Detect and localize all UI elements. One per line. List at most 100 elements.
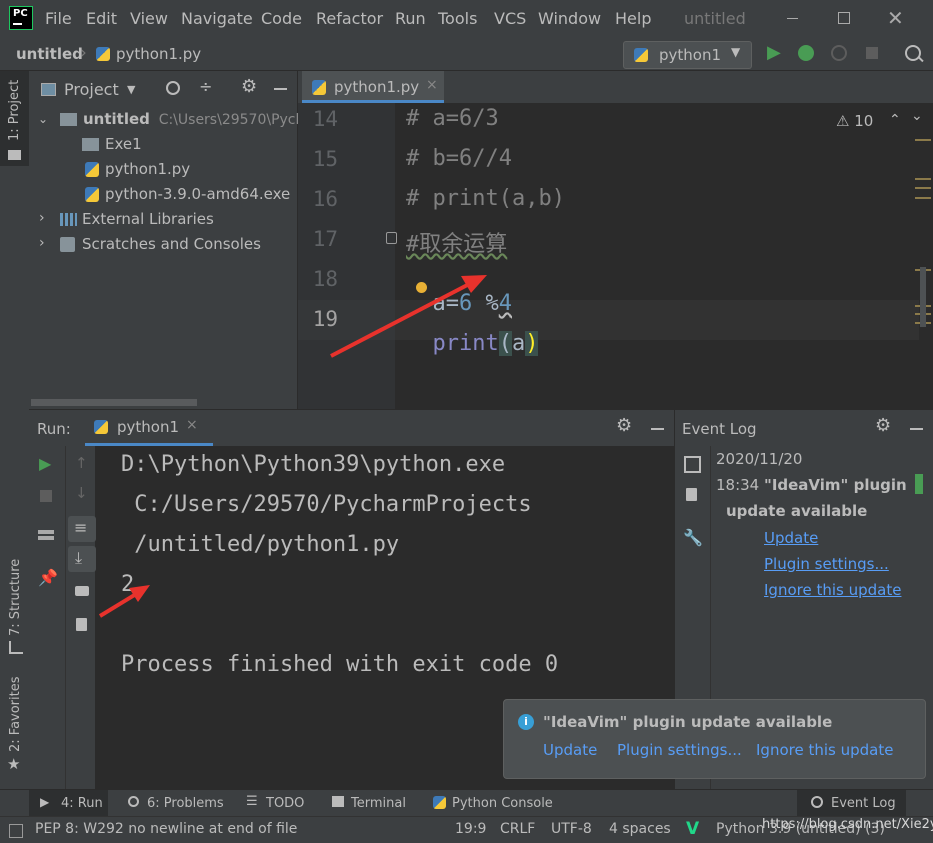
debug-icon[interactable] — [798, 45, 814, 61]
navigation-bar: untitled › python1.py python1 ▼ ▶ — [0, 38, 933, 71]
tree-item-external-libraries[interactable]: External Libraries — [82, 210, 214, 228]
menu-refactor[interactable]: Refactor — [316, 9, 383, 28]
code-line-16[interactable]: # print(a,b) — [406, 186, 565, 211]
menu-code[interactable]: Code — [261, 9, 302, 28]
line-separator[interactable]: CRLF — [500, 821, 535, 837]
event-link-ignore[interactable]: Ignore this update — [764, 581, 901, 599]
pin-icon[interactable]: 📌 — [38, 568, 58, 587]
tree-root[interactable]: untitled C:\Users\29570\Pych — [83, 110, 304, 128]
soft-wrap-button[interactable]: ≡ — [68, 516, 96, 542]
notification-link-settings[interactable]: Plugin settings... — [617, 741, 742, 759]
breadcrumb-file[interactable]: python1.py — [116, 45, 201, 63]
chevron-right-icon[interactable]: › — [39, 235, 45, 251]
menu-edit[interactable]: Edit — [86, 9, 117, 28]
wrench-icon[interactable]: 🔧 — [683, 528, 703, 547]
menu-view[interactable]: View — [130, 9, 168, 28]
tree-item-python1[interactable]: python1.py — [105, 160, 190, 178]
bottom-tab-terminal[interactable]: Terminal — [351, 796, 406, 811]
folder-icon — [60, 113, 77, 126]
inspection-widget[interactable]: ⚠ 10 — [836, 112, 873, 130]
gear-icon[interactable]: ⚙ — [875, 415, 891, 436]
menu-help[interactable]: Help — [615, 9, 651, 28]
notification-link-ignore[interactable]: Ignore this update — [756, 741, 893, 759]
notification-link-update[interactable]: Update — [543, 741, 597, 759]
run-panel-label: Run: — [37, 420, 71, 438]
arrow-up-icon[interactable]: ↑ — [75, 454, 88, 472]
bottom-tab-run-label: 4: Run — [61, 796, 103, 811]
run-config-selector[interactable]: python1 ▼ — [623, 41, 752, 69]
chevron-down-icon[interactable]: ⌄ — [38, 112, 48, 126]
caret-position[interactable]: 19:9 — [455, 821, 486, 837]
coverage-icon[interactable] — [831, 45, 847, 61]
menu-window[interactable]: Window — [538, 9, 601, 28]
layout-icon[interactable] — [38, 530, 54, 540]
maximize-icon[interactable] — [838, 12, 850, 24]
close-icon[interactable]: ✕ — [887, 6, 904, 30]
file-encoding[interactable]: UTF-8 — [551, 821, 592, 837]
bottom-tab-todo[interactable]: TODO — [266, 796, 304, 811]
close-tab-icon[interactable]: × — [426, 77, 438, 93]
stop-icon[interactable] — [40, 490, 52, 502]
menu-navigate[interactable]: Navigate — [181, 9, 253, 28]
chevron-right-icon[interactable]: › — [39, 210, 45, 226]
scroll-to-end-button[interactable]: ⤓ — [68, 546, 96, 572]
menu-file[interactable]: File — [45, 9, 72, 28]
code-line-14[interactable]: # a=6/3 — [406, 106, 499, 131]
tool-tab-structure[interactable]: 7: Structure — [8, 559, 23, 636]
trash-icon[interactable] — [686, 488, 697, 501]
run-tab-python1[interactable]: python1 × — [85, 410, 213, 446]
breadcrumb-project[interactable]: untitled — [16, 45, 83, 63]
print-icon[interactable] — [75, 586, 89, 596]
menu-tools[interactable]: Tools — [438, 9, 477, 28]
folder-icon — [82, 138, 99, 151]
bottom-tab-problems[interactable]: 6: Problems — [147, 796, 224, 811]
vim-icon[interactable]: V — [686, 819, 699, 839]
code-line-15[interactable]: # b=6//4 — [406, 146, 512, 171]
project-panel-title[interactable]: Project — [64, 80, 119, 99]
status-toggle-icon[interactable] — [9, 824, 23, 838]
gear-icon[interactable]: ⚙ — [241, 76, 257, 97]
hide-icon[interactable] — [651, 428, 664, 430]
menu-vcs[interactable]: VCS — [494, 9, 526, 28]
gear-icon[interactable]: ⚙ — [616, 415, 632, 436]
editor-tab-label: python1.py — [334, 78, 420, 96]
code-line-17[interactable]: #取余运算 — [406, 226, 507, 258]
run-icon[interactable]: ▶ — [767, 42, 781, 63]
line-number: 15 — [312, 147, 338, 171]
arrow-down-icon[interactable]: ↓ — [75, 484, 88, 502]
event-time: 18:34 — [716, 476, 760, 494]
tool-tab-favorites[interactable]: 2: Favorites — [8, 676, 23, 752]
rerun-icon[interactable]: ▶ — [39, 454, 51, 473]
tree-item-installer[interactable]: python-3.9.0-amd64.exe — [105, 185, 290, 203]
trash-icon[interactable] — [76, 618, 87, 631]
editor-tab-python1[interactable]: python1.py × — [302, 71, 444, 103]
locate-icon[interactable] — [166, 81, 180, 95]
bottom-tab-run[interactable]: ▶ 4: Run — [29, 790, 108, 817]
search-icon-handle — [917, 55, 924, 63]
console-line: /untitled/python1.py — [121, 532, 400, 557]
minimize-icon[interactable] — [787, 18, 798, 19]
tree-item-scratches[interactable]: Scratches and Consoles — [82, 235, 261, 253]
annotation-arrow — [330, 275, 487, 358]
bottom-tab-python-console[interactable]: Python Console — [452, 796, 553, 811]
scroll-end-icon: ⤓ — [75, 548, 83, 567]
chevron-down-icon[interactable]: ⌄ — [911, 108, 923, 124]
collapse-all-icon[interactable]: ÷ — [199, 77, 212, 96]
chevron-up-icon[interactable]: ⌃ — [889, 112, 901, 128]
horizontal-scrollbar[interactable] — [31, 399, 197, 406]
notification-balloon[interactable]: i "IdeaVim" plugin update available Upda… — [503, 699, 926, 779]
hide-icon[interactable] — [910, 428, 923, 430]
close-tab-icon[interactable]: × — [186, 417, 198, 433]
menu-run[interactable]: Run — [395, 9, 426, 28]
chevron-down-icon[interactable]: ▼ — [127, 83, 135, 96]
bottom-tab-event-log[interactable]: Event Log — [797, 790, 906, 817]
stop-icon[interactable] — [866, 47, 878, 59]
indent-setting[interactable]: 4 spaces — [609, 821, 671, 837]
tree-item-exe1[interactable]: Exe1 — [105, 135, 142, 153]
mark-read-icon[interactable] — [684, 456, 701, 473]
event-link-plugin-settings[interactable]: Plugin settings... — [764, 555, 889, 573]
fold-icon[interactable] — [386, 232, 397, 244]
breadcrumb-chevron-icon: › — [80, 43, 87, 63]
event-link-update[interactable]: Update — [764, 529, 818, 547]
hide-icon[interactable] — [274, 88, 287, 90]
